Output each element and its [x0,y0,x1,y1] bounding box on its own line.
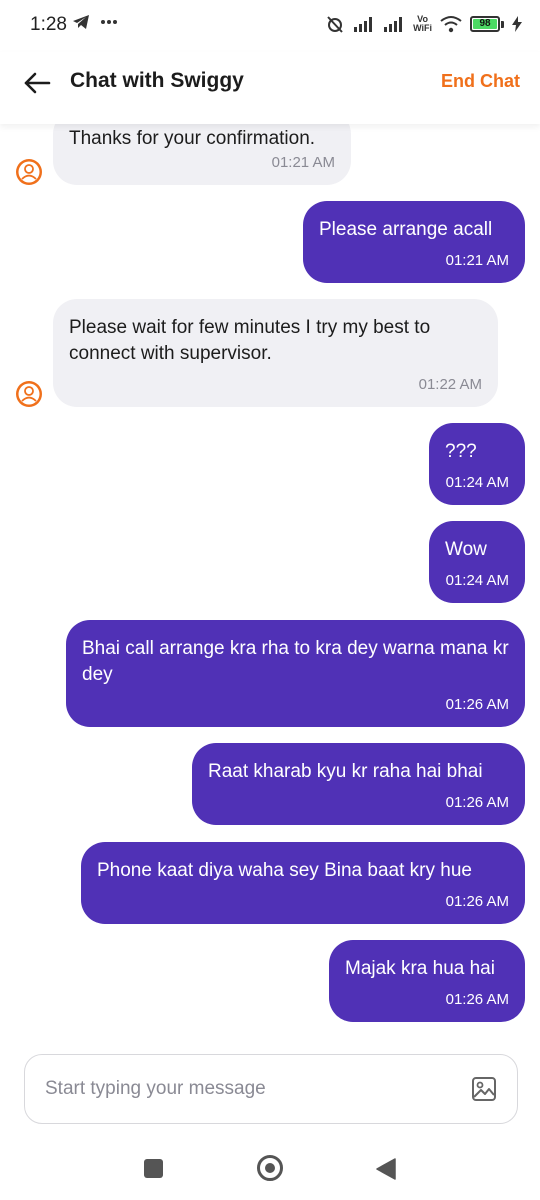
message-time: 01:26 AM [445,696,509,713]
chat-message-list[interactable]: Thanks for your confirmation. 01:21 AM P… [0,124,540,1044]
system-navigation-bar [0,1140,540,1200]
message-time: 01:26 AM [445,991,509,1008]
alarm-off-icon [327,16,343,33]
page-title: Chat with Swiggy [70,69,244,92]
wifi-icon [440,16,462,33]
status-time: 1:28 [30,14,67,35]
message-time: 01:24 AM [445,474,509,491]
message-time: 01:21 AM [445,252,509,269]
message-text: Please wait for few minutes I try my bes… [69,317,431,364]
battery-icon: 98 [470,16,504,32]
message-time: 01:24 AM [445,572,509,589]
message-text: Wow [445,539,487,560]
charging-icon [512,16,522,32]
agent-message: Thanks for your confirmation. 01:21 AM [53,124,351,185]
user-message: Bhai call arrange kra rha to kra dey war… [66,620,525,727]
message-time: 01:26 AM [445,893,509,910]
user-message: Majak kra hua hai 01:26 AM [329,940,525,1022]
message-time: 01:22 AM [418,376,482,393]
agent-message: Please wait for few minutes I try my bes… [53,299,498,407]
back-triangle-icon[interactable] [376,1158,396,1180]
user-message: Wow 01:24 AM [429,521,525,603]
chat-header: Chat with Swiggy End Chat [0,52,540,124]
message-text: Majak kra hua hai [345,958,495,979]
user-message: Phone kaat diya waha sey Bina baat kry h… [81,842,525,924]
message-input[interactable] [45,1073,465,1105]
message-text: ??? [445,441,477,462]
user-message: ??? 01:24 AM [429,423,525,505]
agent-avatar-icon [16,381,42,407]
user-message: Raat kharab kyu kr raha hai bhai 01:26 A… [192,743,525,825]
message-text: Bhai call arrange kra rha to kra dey war… [82,638,509,685]
message-text: Phone kaat diya waha sey Bina baat kry h… [97,860,472,881]
agent-avatar-icon [16,159,42,185]
signal-icon [354,17,373,32]
arrow-left-icon[interactable] [22,68,52,98]
message-text: Raat kharab kyu kr raha hai bhai [208,761,483,782]
user-message: Please arrange acall 01:21 AM [303,201,525,283]
recent-apps-icon[interactable] [144,1159,163,1178]
message-text: Thanks for your confirmation. [69,128,316,149]
image-attach-icon[interactable] [471,1076,497,1102]
end-chat-button[interactable]: End Chat [441,71,520,92]
telegram-icon [73,15,89,29]
volte-wifi-label: Vo WiFi [413,14,432,33]
message-text: Please arrange acall [319,219,493,240]
message-time: 01:21 AM [271,154,335,171]
home-icon[interactable] [257,1155,283,1181]
message-time: 01:26 AM [445,794,509,811]
message-composer [24,1054,518,1124]
status-bar: 1:28 Vo WiFi 98 [0,0,540,52]
more-dots-icon [101,20,117,24]
signal-icon-2 [384,17,403,32]
